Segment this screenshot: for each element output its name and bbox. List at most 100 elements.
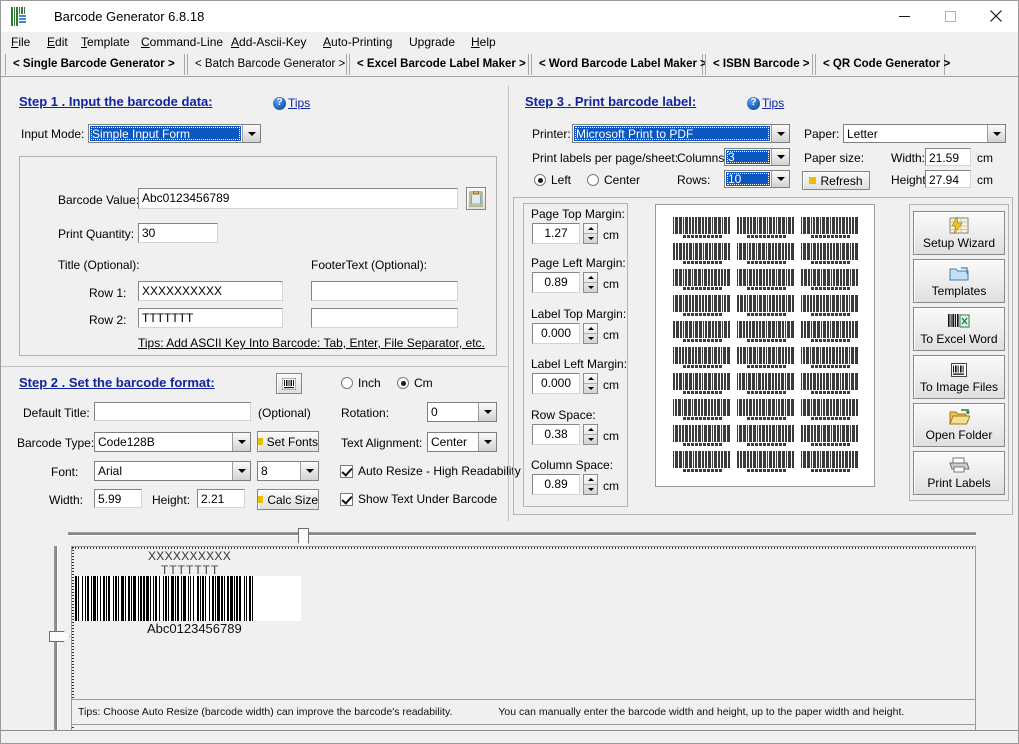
radio-circle-center	[587, 174, 599, 186]
paper-combo[interactable]: Letter	[843, 124, 1006, 143]
rows-combo[interactable]: 10	[724, 170, 790, 188]
row-space-spinner[interactable]	[583, 424, 598, 445]
sheet-label-text	[746, 339, 786, 342]
columns-label: Columns:	[677, 151, 728, 165]
auto-resize-checkbox[interactable]: Auto Resize - High Readability	[340, 464, 521, 478]
tab-single-barcode-generator[interactable]: < Single Barcode Generator >	[5, 54, 185, 75]
column-space-spinner[interactable]	[583, 474, 598, 495]
chevron-down-icon[interactable]	[478, 433, 496, 451]
tab-batch-barcode-generator[interactable]: < Batch Barcode Generator >	[187, 54, 347, 75]
sheet-preview[interactable]	[655, 204, 875, 487]
setup-wizard-icon	[949, 216, 969, 235]
open-folder-button[interactable]: Open Folder	[913, 403, 1005, 447]
align-left-radio[interactable]: Left	[534, 173, 571, 187]
menu-help[interactable]: Help	[467, 34, 500, 51]
step1-tips-link[interactable]: ? Tips	[273, 96, 310, 110]
chevron-down-icon[interactable]	[771, 149, 789, 165]
step3-tips-link[interactable]: ? Tips	[747, 96, 784, 110]
set-fonts-button[interactable]: Set Fonts	[257, 431, 319, 452]
minimize-icon[interactable]	[881, 1, 927, 31]
sheet-label-cell	[670, 243, 734, 269]
chevron-down-icon[interactable]	[232, 433, 250, 451]
page-top-margin-input[interactable]: 1.27	[532, 223, 580, 244]
clipboard-icon[interactable]	[466, 187, 486, 210]
tab-qr-code-generator[interactable]: < QR Code Generator >	[815, 54, 950, 75]
barcode-icon[interactable]	[276, 373, 302, 394]
sheet-label-text	[810, 287, 850, 290]
sheet-label-bars	[737, 217, 795, 234]
sheet-label-bars	[737, 269, 795, 286]
printer-combo[interactable]: Microsoft Print to PDF	[572, 124, 790, 143]
barcode-value-input[interactable]: Abc0123456789	[138, 188, 458, 209]
templates-button[interactable]: Templates	[913, 259, 1005, 303]
sheet-label-bars	[673, 425, 731, 442]
input-mode-combo[interactable]: Simple Input Form	[88, 124, 261, 143]
to-excel-word-button[interactable]: To Excel Word	[913, 307, 1005, 351]
tab-word-barcode-label-maker[interactable]: < Word Barcode Label Maker >	[531, 54, 707, 75]
ascii-key-tip[interactable]: Tips: Add ASCII Key Into Barcode: Tab, E…	[138, 336, 485, 350]
menu-upgrade[interactable]: Upgrade	[405, 34, 459, 51]
chevron-down-icon[interactable]	[771, 171, 789, 187]
tab-isbn-barcode[interactable]: < ISBN Barcode >	[705, 54, 813, 75]
row1-footer-input[interactable]	[311, 281, 458, 301]
menu-file[interactable]: File	[7, 34, 34, 51]
font-label: Font:	[51, 465, 79, 479]
menu-auto-printing[interactable]: Auto-Printing	[319, 34, 396, 51]
help-question-icon: ?	[747, 96, 760, 110]
row-space-input[interactable]: 0.38	[532, 424, 580, 445]
height-input[interactable]: 2.21	[197, 489, 245, 508]
paper-width-input[interactable]: 21.59	[925, 148, 971, 166]
sheet-label-cell	[798, 243, 862, 269]
align-center-radio[interactable]: Center	[587, 173, 640, 187]
print-labels-button[interactable]: Print Labels	[913, 451, 1005, 495]
unit-inch-radio[interactable]: Inch	[341, 376, 381, 390]
page-top-margin-spinner[interactable]	[583, 223, 598, 244]
rotation-combo[interactable]: 0	[427, 402, 497, 422]
maximize-icon[interactable]	[927, 1, 973, 31]
close-icon[interactable]	[973, 1, 1018, 31]
refresh-button[interactable]: Refresh	[802, 171, 870, 190]
barcode-type-combo[interactable]: Code128B	[94, 432, 251, 452]
label-left-margin-spinner[interactable]	[583, 373, 598, 394]
chevron-down-icon[interactable]	[987, 125, 1005, 142]
row1-title-input[interactable]: XXXXXXXXXX	[138, 281, 283, 301]
chevron-down-icon[interactable]	[242, 125, 260, 142]
label-left-margin-input[interactable]: 0.000	[532, 373, 580, 394]
chevron-down-icon[interactable]	[232, 462, 250, 480]
label-top-margin-spinner[interactable]	[583, 323, 598, 344]
page-left-margin-spinner[interactable]	[583, 272, 598, 293]
to-image-files-button[interactable]: To Image Files	[913, 355, 1005, 399]
setup-wizard-button[interactable]: Setup Wizard	[913, 211, 1005, 255]
menu-command-line[interactable]: Command-Line	[137, 34, 227, 51]
width-input[interactable]: 5.99	[94, 489, 142, 508]
set-fonts-label: Set Fonts	[266, 434, 318, 449]
row2-title-input[interactable]: TTTTTTT	[138, 308, 283, 328]
label-top-margin-input[interactable]: 0.000	[532, 323, 580, 344]
menu-edit[interactable]: Edit	[43, 34, 72, 51]
default-title-input[interactable]	[94, 402, 251, 421]
sheet-label-bars	[801, 399, 859, 416]
chevron-down-icon[interactable]	[300, 462, 318, 480]
horizontal-ruler[interactable]	[68, 532, 976, 536]
font-combo[interactable]: Arial	[94, 461, 251, 481]
print-quantity-input[interactable]: 30	[138, 223, 218, 243]
tab-excel-barcode-label-maker[interactable]: < Excel Barcode Label Maker >	[349, 54, 529, 75]
column-space-input[interactable]: 0.89	[532, 474, 580, 495]
menu-add-ascii-key[interactable]: Add-Ascii-Key	[227, 34, 310, 51]
row2-footer-input[interactable]	[311, 308, 458, 328]
text-alignment-combo[interactable]: Center	[427, 432, 497, 452]
unit-cm-radio[interactable]: Cm	[397, 376, 433, 390]
vertical-ruler-marker[interactable]	[49, 631, 70, 642]
paper-width-unit: cm	[977, 151, 993, 165]
columns-combo[interactable]: 3	[724, 148, 790, 166]
menu-template[interactable]: Template	[77, 34, 134, 51]
font-size-combo[interactable]: 8	[257, 461, 319, 481]
chevron-down-icon[interactable]	[478, 403, 496, 421]
footer-optional-label: FooterText (Optional):	[311, 258, 428, 272]
show-text-checkbox[interactable]: Show Text Under Barcode	[340, 492, 497, 506]
chevron-down-icon[interactable]	[771, 125, 789, 142]
paper-height-input[interactable]: 27.94	[925, 170, 971, 188]
sheet-label-bars	[801, 347, 859, 364]
calc-size-button[interactable]: Calc Size	[257, 489, 319, 510]
page-left-margin-input[interactable]: 0.89	[532, 272, 580, 293]
